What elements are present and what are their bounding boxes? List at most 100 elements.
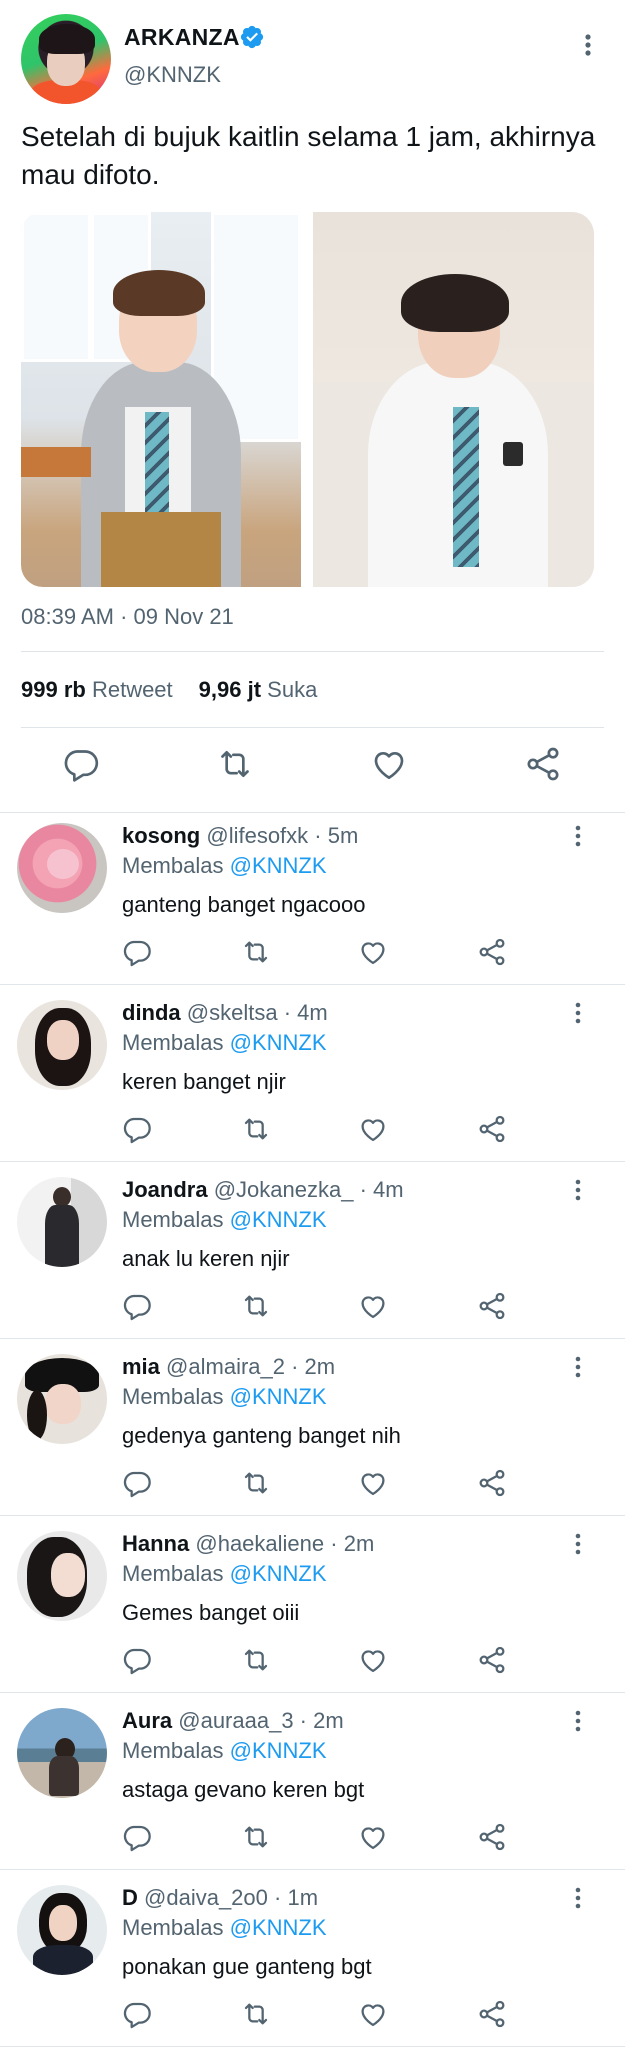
divider bbox=[21, 651, 604, 652]
photo-boy-white-shirt[interactable] bbox=[313, 212, 594, 587]
mention-link[interactable]: @KNNZK bbox=[230, 1915, 327, 1940]
retweet-icon[interactable] bbox=[240, 1113, 272, 1145]
reply-name[interactable]: Joandra bbox=[122, 1177, 208, 1202]
reply-name[interactable]: kosong bbox=[122, 823, 200, 848]
reply-tweet[interactable]: Joandra @Jokanezka_ · 4m Membalas @KNNZK… bbox=[0, 1167, 625, 1344]
separator bbox=[0, 2046, 625, 2047]
reply-tweet[interactable]: kosong @lifesofxk · 5m Membalas @KNNZK g… bbox=[0, 813, 625, 990]
retweet-count-link[interactable]: 999 rb Retweet bbox=[21, 677, 173, 702]
reply-time[interactable]: 4m bbox=[297, 1000, 328, 1025]
reply-tweet[interactable]: D @daiva_2o0 · 1m Membalas @KNNZK ponaka… bbox=[0, 1875, 625, 2048]
share-icon[interactable] bbox=[476, 1290, 508, 1322]
like-icon[interactable] bbox=[357, 1290, 389, 1322]
reply-time[interactable]: 2m bbox=[305, 1354, 336, 1379]
share-icon[interactable] bbox=[476, 1644, 508, 1676]
reply-name[interactable]: D bbox=[122, 1885, 138, 1910]
retweet-icon[interactable] bbox=[240, 1290, 272, 1322]
like-icon[interactable] bbox=[357, 1821, 389, 1853]
separator bbox=[0, 1692, 625, 1693]
author-handle[interactable]: @KNNZK bbox=[124, 62, 221, 88]
like-count-link[interactable]: 9,96 jt Suka bbox=[199, 677, 318, 702]
reply-handle[interactable]: @haekaliene bbox=[195, 1531, 324, 1556]
retweet-label: Retweet bbox=[91, 677, 173, 702]
reply-tweet[interactable]: Aura @auraaa_3 · 2m Membalas @KNNZK asta… bbox=[0, 1698, 625, 1875]
reply-handle[interactable]: @auraaa_3 bbox=[178, 1708, 293, 1733]
verified-badge-icon bbox=[240, 25, 264, 49]
reply-avatar[interactable] bbox=[17, 1885, 107, 1975]
reply-avatar[interactable] bbox=[17, 823, 107, 913]
more-vertical-icon[interactable] bbox=[578, 30, 598, 60]
reply-icon[interactable] bbox=[121, 1290, 153, 1322]
more-vertical-icon[interactable] bbox=[570, 1885, 586, 1911]
reply-icon[interactable] bbox=[61, 744, 101, 784]
reply-name[interactable]: Aura bbox=[122, 1708, 172, 1733]
reply-time[interactable]: 2m bbox=[344, 1531, 375, 1556]
retweet-icon[interactable] bbox=[240, 1467, 272, 1499]
mention-link[interactable]: @KNNZK bbox=[230, 1384, 327, 1409]
reply-avatar[interactable] bbox=[17, 1708, 107, 1798]
reply-icon[interactable] bbox=[121, 1644, 153, 1676]
reply-avatar[interactable] bbox=[17, 1531, 107, 1621]
more-vertical-icon[interactable] bbox=[570, 823, 586, 849]
share-icon[interactable] bbox=[476, 936, 508, 968]
reply-avatar[interactable] bbox=[17, 1000, 107, 1090]
reply-time[interactable]: 4m bbox=[373, 1177, 404, 1202]
reply-icon[interactable] bbox=[121, 1113, 153, 1145]
reply-name[interactable]: mia bbox=[122, 1354, 160, 1379]
reply-tweet[interactable]: Hanna @haekaliene · 2m Membalas @KNNZK G… bbox=[0, 1521, 625, 1698]
tweet-timestamp[interactable]: 08:39 AM · 09 Nov 21 bbox=[21, 604, 234, 630]
tweet-stats: 999 rb Retweet 9,96 jt Suka bbox=[21, 677, 317, 703]
reply-avatar[interactable] bbox=[17, 1177, 107, 1267]
more-vertical-icon[interactable] bbox=[570, 1000, 586, 1026]
reply-handle[interactable]: @daiva_2o0 bbox=[144, 1885, 268, 1910]
like-icon[interactable] bbox=[357, 1644, 389, 1676]
mention-link[interactable]: @KNNZK bbox=[230, 1738, 327, 1763]
like-icon[interactable] bbox=[357, 1998, 389, 2030]
more-vertical-icon[interactable] bbox=[570, 1708, 586, 1734]
like-icon[interactable] bbox=[357, 936, 389, 968]
share-icon[interactable] bbox=[476, 1821, 508, 1853]
reply-time[interactable]: 1m bbox=[287, 1885, 318, 1910]
reply-icon[interactable] bbox=[121, 1998, 153, 2030]
reply-handle[interactable]: @Jokanezka_ bbox=[214, 1177, 354, 1202]
reply-name[interactable]: Hanna bbox=[122, 1531, 189, 1556]
like-icon[interactable] bbox=[357, 1113, 389, 1145]
share-icon[interactable] bbox=[476, 1113, 508, 1145]
retweet-icon[interactable] bbox=[240, 1644, 272, 1676]
reply-tweet[interactable]: dinda @skeltsa · 4m Membalas @KNNZK kere… bbox=[0, 990, 625, 1167]
reply-handle[interactable]: @skeltsa bbox=[187, 1000, 278, 1025]
retweet-icon[interactable] bbox=[215, 744, 255, 784]
reply-context: Membalas @KNNZK bbox=[122, 853, 327, 878]
share-icon[interactable] bbox=[476, 1467, 508, 1499]
reply-handle[interactable]: @almaira_2 bbox=[166, 1354, 285, 1379]
mention-link[interactable]: @KNNZK bbox=[230, 1561, 327, 1586]
share-icon[interactable] bbox=[476, 1998, 508, 2030]
reply-icon[interactable] bbox=[121, 1821, 153, 1853]
reply-time[interactable]: 2m bbox=[313, 1708, 344, 1733]
reply-time[interactable]: 5m bbox=[328, 823, 359, 848]
retweet-icon[interactable] bbox=[240, 1821, 272, 1853]
more-vertical-icon[interactable] bbox=[570, 1354, 586, 1380]
author-display-name[interactable]: ARKANZA bbox=[124, 24, 240, 51]
more-vertical-icon[interactable] bbox=[570, 1177, 586, 1203]
share-icon[interactable] bbox=[523, 744, 563, 784]
reply-tweet[interactable]: mia @almaira_2 · 2m Membalas @KNNZK gede… bbox=[0, 1344, 625, 1521]
reply-context: Membalas @KNNZK bbox=[122, 1915, 327, 1940]
photo-boy-grey-blazer[interactable] bbox=[21, 212, 301, 587]
reply-avatar[interactable] bbox=[17, 1354, 107, 1444]
reply-icon[interactable] bbox=[121, 936, 153, 968]
retweet-icon[interactable] bbox=[240, 936, 272, 968]
retweet-icon[interactable] bbox=[240, 1998, 272, 2030]
tweet-media[interactable] bbox=[21, 212, 594, 587]
reply-icon[interactable] bbox=[121, 1467, 153, 1499]
mention-link[interactable]: @KNNZK bbox=[230, 1030, 327, 1055]
reply-context: Membalas @KNNZK bbox=[122, 1030, 327, 1055]
like-icon[interactable] bbox=[357, 1467, 389, 1499]
reply-handle[interactable]: @lifesofxk bbox=[206, 823, 308, 848]
author-avatar[interactable] bbox=[21, 14, 111, 104]
mention-link[interactable]: @KNNZK bbox=[230, 853, 327, 878]
like-icon[interactable] bbox=[369, 744, 409, 784]
more-vertical-icon[interactable] bbox=[570, 1531, 586, 1557]
mention-link[interactable]: @KNNZK bbox=[230, 1207, 327, 1232]
reply-name[interactable]: dinda bbox=[122, 1000, 181, 1025]
